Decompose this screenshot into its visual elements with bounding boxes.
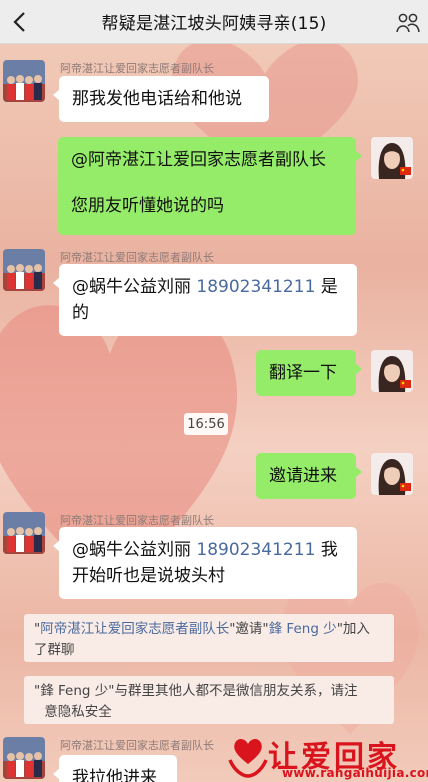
- invite-line2: 了群聊: [34, 642, 75, 658]
- more-options-icon[interactable]: [394, 9, 422, 35]
- timestamp: 16:56: [184, 413, 228, 435]
- sender-name: 阿帝湛江让爱回家志愿者副队长: [60, 514, 214, 527]
- invite-end-text: "加入: [336, 621, 370, 637]
- mention-text: @阿帝湛江让爱回家志愿者副队长: [71, 150, 326, 170]
- message-bubble[interactable]: 翻译一下: [256, 350, 362, 396]
- message-row: 邀请进来: [0, 453, 428, 499]
- message-text: 的: [72, 303, 89, 323]
- message-text: 那我发他电话给和他说: [72, 89, 242, 109]
- message-text: 我: [315, 540, 338, 560]
- phone-link[interactable]: 18902341211: [196, 277, 315, 297]
- system-invite-notice: "阿帝湛江让爱回家志愿者副队长"邀请"鋒 Feng 少"加入 了群聊: [24, 614, 394, 662]
- phone-link[interactable]: 18902341211: [196, 540, 315, 560]
- message-row: @阿帝湛江让爱回家志愿者副队长 您朋友听懂她说的吗: [0, 137, 428, 235]
- message-text: 是: [315, 277, 338, 297]
- inviter-link[interactable]: 阿帝湛江让爱回家志愿者副队长: [40, 621, 229, 637]
- message-text: 邀请进来: [269, 466, 337, 486]
- sender-name: 阿帝湛江让爱回家志愿者副队长: [60, 251, 214, 264]
- system-privacy-notice: "鋒 Feng 少"与群里其他人都不是微信朋友关系，请注 意隐私安全: [24, 676, 394, 724]
- avatar-group-photo[interactable]: [3, 249, 45, 291]
- message-text: 我拉他进来: [72, 768, 157, 782]
- avatar-self[interactable]: [371, 453, 413, 495]
- chat-title-bar: 帮疑是湛江坡头阿姨寻亲(15): [0, 0, 428, 44]
- message-row: 阿帝湛江让爱回家志愿者副队长 那我发他电话给和他说: [0, 60, 428, 122]
- message-bubble[interactable]: @阿帝湛江让爱回家志愿者副队长 您朋友听懂她说的吗: [58, 137, 362, 235]
- heart-hands-icon: [228, 738, 268, 778]
- message-bubble[interactable]: @蜗牛公益刘丽 18902341211 我 开始听也是说坡头村: [53, 527, 357, 599]
- avatar-self[interactable]: [371, 137, 413, 179]
- message-bubble[interactable]: 我拉他进来: [53, 755, 177, 782]
- privacy-line1: "鋒 Feng 少"与群里其他人都不是微信朋友关系，请注: [34, 683, 358, 699]
- mention-text: @蜗牛公益刘丽: [72, 540, 197, 560]
- rangaihuijia-watermark-logo: 让爱回家 www.rangaihuijia.com: [224, 730, 428, 782]
- message-bubble[interactable]: @蜗牛公益刘丽 18902341211 是 的: [53, 264, 357, 336]
- message-text: 您朋友听懂她说的吗: [71, 196, 224, 216]
- avatar-self[interactable]: [371, 350, 413, 392]
- message-row: 阿帝湛江让爱回家志愿者副队长 @蜗牛公益刘丽 18902341211 是 的: [0, 249, 428, 339]
- sender-name: 阿帝湛江让爱回家志愿者副队长: [60, 62, 214, 75]
- privacy-line2: 意隐私安全: [44, 704, 112, 720]
- page-title: 帮疑是湛江坡头阿姨寻亲(15): [101, 14, 327, 34]
- avatar-group-photo[interactable]: [3, 737, 45, 779]
- avatar-group-photo[interactable]: [3, 512, 45, 554]
- back-chevron-icon[interactable]: [6, 9, 32, 35]
- message-text: 翻译一下: [269, 363, 337, 383]
- message-text: 开始听也是说坡头村: [72, 566, 225, 586]
- watermark-url: www.rangaihuijia.com: [282, 766, 428, 780]
- invitee-link[interactable]: 鋒 Feng 少: [269, 621, 337, 637]
- message-row: 翻译一下: [0, 350, 428, 396]
- message-row: 阿帝湛江让爱回家志愿者副队长 @蜗牛公益刘丽 18902341211 我 开始听…: [0, 512, 428, 602]
- invite-mid-text: "邀请": [229, 621, 269, 637]
- message-bubble[interactable]: 邀请进来: [256, 453, 362, 499]
- avatar-group-photo[interactable]: [3, 60, 45, 102]
- message-bubble[interactable]: 那我发他电话给和他说: [53, 76, 269, 122]
- mention-text: @蜗牛公益刘丽: [72, 277, 197, 297]
- sender-name: 阿帝湛江让爱回家志愿者副队长: [60, 739, 214, 752]
